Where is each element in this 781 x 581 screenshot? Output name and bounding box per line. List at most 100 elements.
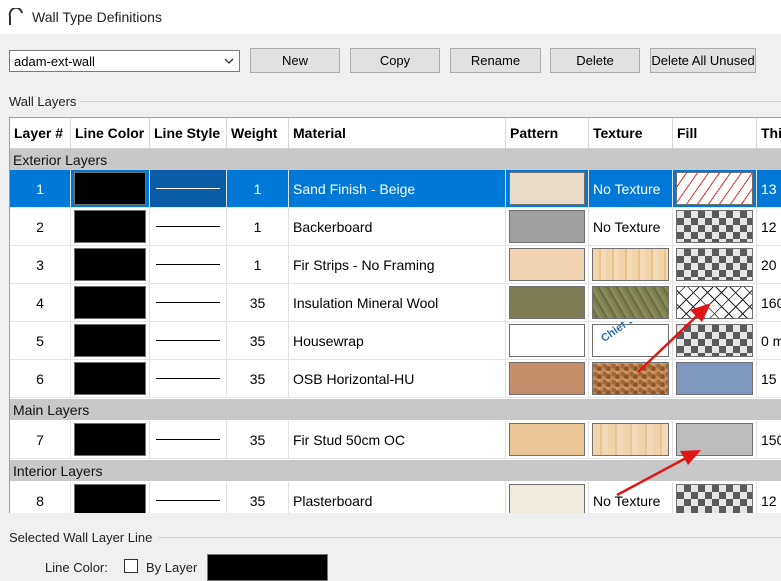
line-color-cell[interactable] xyxy=(71,421,150,458)
material-cell[interactable]: Insulation Mineral Wool xyxy=(289,284,506,321)
line-style-cell[interactable] xyxy=(150,208,227,245)
texture-cell[interactable] xyxy=(589,360,673,397)
pattern-cell[interactable] xyxy=(506,284,589,321)
line-style-cell[interactable] xyxy=(150,322,227,359)
rename-button[interactable]: Rename xyxy=(450,48,541,73)
layer-number: 6 xyxy=(10,360,71,397)
table-row[interactable]: 4 35 Insulation Mineral Wool 160 xyxy=(10,284,781,322)
texture-cell[interactable] xyxy=(589,284,673,321)
material-cell[interactable]: Sand Finish - Beige xyxy=(289,170,506,207)
section-interior-layers: Interior Layers xyxy=(10,460,781,481)
line-color-button[interactable] xyxy=(207,554,328,581)
texture-cell[interactable]: Chief Wr xyxy=(589,322,673,359)
fill-cell[interactable] xyxy=(673,322,757,359)
selected-line-group-label: Selected Wall Layer Line xyxy=(9,530,153,545)
line-style-cell[interactable] xyxy=(150,360,227,397)
line-color-cell[interactable] xyxy=(71,246,150,283)
material-cell[interactable]: Fir Strips - No Framing xyxy=(289,246,506,283)
delete-all-unused-button[interactable]: Delete All Unused xyxy=(650,48,756,73)
table-row[interactable]: 3 1 Fir Strips - No Framing 20 r xyxy=(10,246,781,284)
fill-cell[interactable] xyxy=(673,208,757,245)
line-style-cell[interactable] xyxy=(150,246,227,283)
delete-button[interactable]: Delete xyxy=(550,48,640,73)
table-row[interactable]: 8 35 Plasterboard No Texture 12 r xyxy=(10,482,781,513)
pattern-cell[interactable] xyxy=(506,170,589,207)
pattern-cell[interactable] xyxy=(506,482,589,513)
texture-cell[interactable]: No Texture xyxy=(589,208,673,245)
fill-swatch xyxy=(676,210,753,243)
col-header-layer[interactable]: Layer # xyxy=(10,118,71,148)
weight-cell[interactable]: 1 xyxy=(227,208,289,245)
pattern-cell[interactable] xyxy=(506,208,589,245)
texture-cell[interactable]: No Texture xyxy=(589,170,673,207)
fill-cell[interactable] xyxy=(673,421,757,458)
col-header-thickness[interactable]: Thi xyxy=(757,118,781,148)
layer-number: 3 xyxy=(10,246,71,283)
material-cell[interactable]: OSB Horizontal-HU xyxy=(289,360,506,397)
weight-cell[interactable]: 35 xyxy=(227,284,289,321)
col-header-material[interactable]: Material xyxy=(289,118,506,148)
material-cell[interactable]: Housewrap xyxy=(289,322,506,359)
col-header-line-color[interactable]: Line Color xyxy=(71,118,150,148)
thickness-cell[interactable]: 20 r xyxy=(757,246,781,283)
pattern-cell[interactable] xyxy=(506,360,589,397)
thickness-cell[interactable]: 160 xyxy=(757,284,781,321)
table-row[interactable]: 6 35 OSB Horizontal-HU 15 r xyxy=(10,360,781,398)
thickness-cell[interactable]: 0 m xyxy=(757,322,781,359)
material-cell[interactable]: Fir Stud 50cm OC xyxy=(289,421,506,458)
line-color-cell[interactable] xyxy=(71,360,150,397)
weight-cell[interactable]: 35 xyxy=(227,360,289,397)
thickness-cell[interactable]: 13 xyxy=(757,170,781,207)
thickness-cell[interactable]: 12 r xyxy=(757,482,781,513)
table-row[interactable]: 1 1 Sand Finish - Beige No Texture 13 xyxy=(10,170,781,208)
col-header-pattern[interactable]: Pattern xyxy=(506,118,589,148)
fill-cell[interactable] xyxy=(673,482,757,513)
copy-button[interactable]: Copy xyxy=(350,48,440,73)
group-divider xyxy=(158,537,781,538)
weight-cell[interactable]: 35 xyxy=(227,322,289,359)
fill-cell[interactable] xyxy=(673,170,757,207)
line-color-cell[interactable] xyxy=(71,322,150,359)
new-button[interactable]: New xyxy=(250,48,340,73)
weight-cell[interactable]: 1 xyxy=(227,170,289,207)
fill-cell[interactable] xyxy=(673,284,757,321)
thickness-cell[interactable]: 150 xyxy=(757,421,781,458)
line-color-cell[interactable] xyxy=(71,170,150,207)
texture-cell[interactable]: No Texture xyxy=(589,482,673,513)
wall-layers-group-label: Wall Layers xyxy=(9,94,77,109)
line-style-cell[interactable] xyxy=(150,284,227,321)
texture-swatch: Chief Wr xyxy=(592,322,669,357)
pattern-cell[interactable] xyxy=(506,421,589,458)
thickness-cell[interactable]: 15 r xyxy=(757,360,781,397)
wall-type-select[interactable]: adam-ext-wall xyxy=(9,50,240,72)
by-layer-checkbox[interactable] xyxy=(124,559,138,573)
pattern-swatch xyxy=(509,423,585,456)
wall-layers-table[interactable]: Layer # Line Color Line Style Weight Mat… xyxy=(9,117,781,513)
pattern-cell[interactable] xyxy=(506,246,589,283)
col-header-fill[interactable]: Fill xyxy=(673,118,757,148)
col-header-weight[interactable]: Weight xyxy=(227,118,289,148)
material-cell[interactable]: Plasterboard xyxy=(289,482,506,513)
line-style-cell[interactable] xyxy=(150,421,227,458)
line-color-cell[interactable] xyxy=(71,482,150,513)
fill-cell[interactable] xyxy=(673,246,757,283)
table-row[interactable]: 2 1 Backerboard No Texture 12 r xyxy=(10,208,781,246)
table-row[interactable]: 5 35 Housewrap Chief Wr 0 m xyxy=(10,322,781,360)
weight-cell[interactable]: 35 xyxy=(227,421,289,458)
weight-cell[interactable]: 35 xyxy=(227,482,289,513)
table-row[interactable]: 7 35 Fir Stud 50cm OC 150 xyxy=(10,421,781,459)
line-style-cell[interactable] xyxy=(150,170,227,207)
fill-cell[interactable] xyxy=(673,360,757,397)
line-style-cell[interactable] xyxy=(150,482,227,513)
thickness-cell[interactable]: 12 r xyxy=(757,208,781,245)
texture-cell[interactable] xyxy=(589,246,673,283)
texture-cell[interactable] xyxy=(589,421,673,458)
table-header: Layer # Line Color Line Style Weight Mat… xyxy=(10,118,781,149)
weight-cell[interactable]: 1 xyxy=(227,246,289,283)
material-cell[interactable]: Backerboard xyxy=(289,208,506,245)
pattern-cell[interactable] xyxy=(506,322,589,359)
col-header-line-style[interactable]: Line Style xyxy=(150,118,227,148)
col-header-texture[interactable]: Texture xyxy=(589,118,673,148)
line-color-cell[interactable] xyxy=(71,284,150,321)
line-color-cell[interactable] xyxy=(71,208,150,245)
